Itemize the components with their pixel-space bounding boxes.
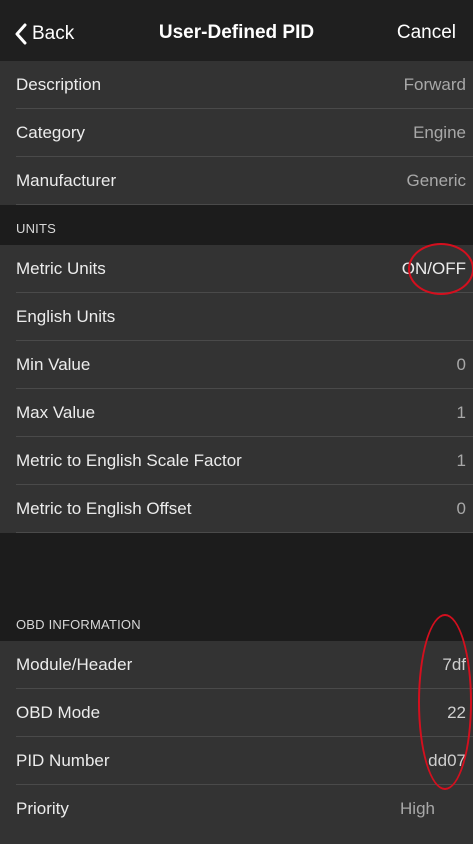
- offset-row[interactable]: Metric to English Offset 0: [0, 485, 473, 533]
- row-label: Priority: [16, 799, 69, 818]
- category-row[interactable]: Category Engine: [0, 109, 473, 157]
- row-value: 7df: [442, 655, 466, 674]
- section-header-label: OBD INFORMATION: [16, 617, 141, 632]
- navigation-bar: Back User-Defined PID Cancel: [0, 0, 473, 68]
- english-units-row[interactable]: English Units: [0, 293, 473, 341]
- row-label: Metric to English Scale Factor: [16, 451, 242, 470]
- row-label: Metric Units: [16, 259, 106, 278]
- description-row[interactable]: Description Forward: [0, 61, 473, 109]
- row-value: High: [400, 799, 435, 818]
- units-section-header: UNITS: [0, 206, 473, 245]
- row-label: Module/Header: [16, 655, 133, 674]
- row-value: 1: [456, 403, 466, 422]
- manufacturer-row[interactable]: Manufacturer Generic: [0, 157, 473, 205]
- max-value-row[interactable]: Max Value 1: [0, 389, 473, 437]
- row-label: PID Number: [16, 751, 110, 770]
- obd-mode-row[interactable]: OBD Mode 22: [0, 689, 473, 737]
- metric-units-row[interactable]: Metric Units ON/OFF: [0, 245, 473, 293]
- row-divider: [16, 532, 473, 533]
- row-value: 0: [456, 355, 466, 374]
- back-button[interactable]: Back: [14, 17, 74, 51]
- row-label: Description: [16, 75, 102, 94]
- min-value-row[interactable]: Min Value 0: [0, 341, 473, 389]
- pid-number-row[interactable]: PID Number dd07: [0, 737, 473, 785]
- row-label: Min Value: [16, 355, 91, 374]
- row-value: Forward: [403, 75, 466, 94]
- cancel-button[interactable]: Cancel: [397, 22, 456, 44]
- row-value: dd07: [428, 751, 466, 770]
- obd-section-header: OBD INFORMATION: [0, 534, 473, 641]
- screen: Back User-Defined PID Cancel Description…: [0, 0, 473, 844]
- row-value: Engine: [413, 123, 466, 142]
- row-value: 22: [447, 703, 466, 722]
- row-divider: [16, 204, 473, 205]
- module-header-row[interactable]: Module/Header 7df: [0, 641, 473, 689]
- row-value: ON/OFF: [401, 259, 466, 278]
- back-label: Back: [32, 23, 75, 44]
- priority-row[interactable]: Priority High: [0, 785, 473, 844]
- chevron-left-icon: [15, 23, 27, 45]
- scale-factor-row[interactable]: Metric to English Scale Factor 1: [0, 437, 473, 485]
- row-value: Generic: [406, 171, 466, 190]
- row-value: 1: [456, 451, 466, 470]
- row-value: 0: [456, 499, 466, 518]
- section-header-label: UNITS: [16, 221, 56, 236]
- row-label: Manufacturer: [16, 171, 117, 190]
- row-label: OBD Mode: [16, 703, 101, 722]
- row-label: Metric to English Offset: [16, 499, 192, 518]
- row-label: Category: [16, 123, 85, 142]
- row-label: English Units: [16, 307, 116, 326]
- row-label: Max Value: [16, 403, 96, 422]
